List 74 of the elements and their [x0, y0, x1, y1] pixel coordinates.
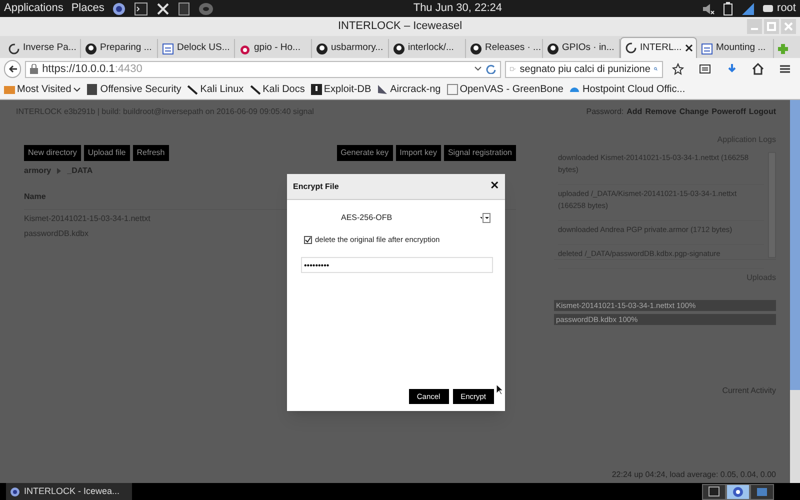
key-button[interactable]: Signal registration: [444, 145, 516, 161]
password-field[interactable]: •••••••••: [301, 257, 493, 274]
dropdown-icon: [479, 213, 491, 223]
menu-icon: [778, 63, 791, 75]
reading-list-icon: [698, 63, 711, 75]
search-engine-icon: [510, 64, 516, 74]
lock-icon: [30, 64, 38, 74]
url-text: https://10.0.0.1: [42, 62, 115, 75]
maximize-icon: [767, 22, 776, 31]
bookmark-star-icon: [672, 63, 684, 75]
bookmark-item[interactable]: Kali Linux: [187, 82, 244, 97]
reload-icon: [486, 64, 496, 74]
browser-icon: [10, 486, 20, 496]
taskbar-launcher[interactable]: [726, 484, 750, 500]
panel-menu[interactable]: Applications: [4, 0, 64, 17]
tab-label: usbarmory...: [331, 41, 384, 56]
browser-tab[interactable]: INTERL...: [620, 37, 697, 58]
folder-icon: [4, 84, 15, 95]
action-button[interactable]: Refresh: [132, 145, 169, 161]
folder-icon: [756, 486, 768, 498]
tab-label: Delock US...: [177, 41, 230, 56]
speaker-muted-icon: [701, 2, 716, 16]
bookmark-item[interactable]: Most Visited: [4, 82, 82, 97]
chevron-icon: [57, 168, 62, 174]
back-arrow-icon: [8, 64, 18, 74]
tab-label: Inverse Pa...: [23, 41, 76, 56]
tab-label: GPIOs · in...: [562, 41, 615, 56]
terminal-icon: [708, 486, 720, 498]
bookmark-item[interactable]: Exploit-DB: [310, 82, 372, 97]
tab-label: interlock/...: [408, 41, 455, 56]
bookmark-item[interactable]: Hostpoint Cloud Offic...: [569, 82, 686, 97]
browser-icon: [732, 486, 744, 498]
key-button[interactable]: Generate key: [336, 145, 393, 161]
close-icon: [684, 44, 693, 52]
url-field[interactable]: https://10.0.0.1:4430: [25, 60, 502, 78]
status-text: 22:24 up 04:24, load average: 0.05, 0.04, 0.00: [612, 469, 776, 481]
browser-icon: [112, 2, 126, 16]
bookmark-item[interactable]: OpenVAS - GreenBone: [446, 82, 564, 97]
check-icon: [305, 236, 311, 243]
search-text: segnato piu calci di punizione: [520, 62, 650, 76]
taskbar-button[interactable]: INTERLOCK - Icewea...: [6, 483, 132, 500]
tab-label: Releases · ...: [485, 41, 541, 56]
cipher-select[interactable]: AES-256-OFB: [301, 212, 491, 224]
bookmark-item[interactable]: Kali Docs: [250, 82, 305, 97]
loading-icon: [8, 42, 20, 54]
tab-label: INTERL...: [640, 40, 682, 55]
tab-label: Mounting ...: [716, 41, 767, 56]
taskbar-launcher[interactable]: [702, 484, 726, 500]
dialog-title: Encrypt File: [293, 180, 339, 192]
checkbox[interactable]: [304, 236, 312, 244]
close-icon: [784, 22, 793, 31]
loading-icon: [625, 42, 637, 54]
page-scroll-bar[interactable]: [790, 100, 800, 483]
tab-label: gpio - Ho...: [254, 41, 302, 56]
key-button[interactable]: Import key: [396, 145, 441, 161]
action-button[interactable]: New directory: [24, 145, 81, 161]
dropdown-icon: [474, 66, 482, 72]
search-field[interactable]: segnato piu calci di punizione: [505, 60, 664, 78]
bookmark-item[interactable]: Offensive Security: [87, 82, 182, 97]
action-button[interactable]: Upload file: [84, 145, 130, 161]
url-port: :4430: [114, 62, 142, 75]
window-title: INTERLOCK – Iceweasel: [338, 19, 462, 34]
user-name[interactable]: root: [777, 0, 796, 17]
plus-icon: [777, 42, 789, 54]
home-icon: [752, 63, 764, 75]
document-icon: [178, 2, 190, 16]
clock: Thu Jun 30, 22:24: [412, 1, 504, 16]
download-icon: [726, 63, 738, 75]
blank-page-icon: [446, 84, 458, 95]
tab-label: Preparing ...: [100, 41, 153, 56]
back-button[interactable]: [4, 60, 22, 78]
bookmark-item[interactable]: Aircrack-ng: [377, 82, 441, 97]
panel-menu[interactable]: Places: [71, 0, 104, 17]
dropdown-icon: [73, 86, 82, 92]
